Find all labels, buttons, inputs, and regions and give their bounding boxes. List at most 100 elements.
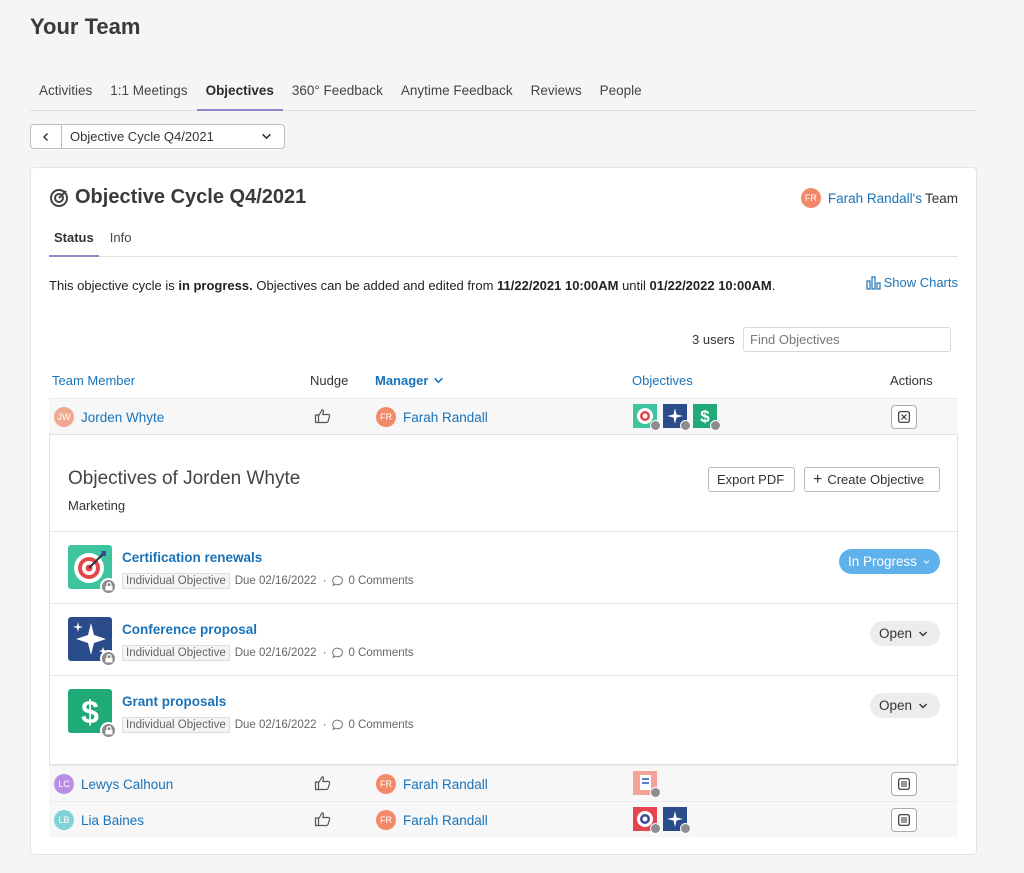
separator-dot: · bbox=[322, 647, 327, 659]
thumbs-up-icon bbox=[314, 409, 331, 424]
manager: FR Farah Randall bbox=[376, 810, 488, 830]
collapse-button[interactable] bbox=[891, 405, 917, 429]
status-text-part: until bbox=[618, 278, 650, 293]
manager-name[interactable]: Farah Randall bbox=[403, 410, 488, 425]
manager-name[interactable]: Farah Randall bbox=[403, 777, 488, 792]
status-dropdown[interactable]: Open bbox=[870, 693, 940, 718]
list-icon bbox=[898, 778, 910, 790]
export-pdf-button[interactable]: Export PDF bbox=[708, 467, 795, 492]
comment-icon bbox=[332, 647, 344, 659]
chevron-down-icon bbox=[919, 703, 928, 708]
create-objective-button[interactable]: + Create Objective bbox=[804, 467, 940, 492]
team-member-name[interactable]: Lia Baines bbox=[81, 813, 144, 828]
manager: FR Farah Randall bbox=[376, 407, 488, 427]
objective-due-date: Due 02/16/2022 bbox=[234, 719, 317, 731]
dollar-objective-icon[interactable]: $ bbox=[693, 404, 721, 431]
avatar: FR bbox=[376, 810, 396, 830]
header-manager[interactable]: Manager bbox=[375, 373, 444, 388]
team-owner-link[interactable]: Farah Randall's bbox=[828, 191, 922, 206]
users-count: 3 users bbox=[692, 332, 735, 347]
avatar: FR bbox=[800, 188, 821, 208]
show-charts-link[interactable]: Show Charts bbox=[865, 275, 958, 290]
objective-name[interactable]: Certification renewals bbox=[122, 550, 262, 565]
thumbs-up-icon bbox=[314, 776, 331, 791]
document-objective-icon[interactable] bbox=[633, 771, 661, 798]
objective-type-badge: Individual Objective bbox=[122, 717, 230, 733]
close-box-icon bbox=[898, 411, 910, 423]
chevron-left-icon bbox=[43, 132, 48, 141]
tab-objectives[interactable]: Objectives bbox=[196, 80, 283, 111]
status-dropdown[interactable]: Open bbox=[870, 621, 940, 646]
status-text-bold: in progress. bbox=[178, 278, 253, 293]
detail-department: Marketing bbox=[68, 498, 126, 513]
nudge-button[interactable] bbox=[314, 775, 332, 794]
tab-people[interactable]: People bbox=[591, 80, 651, 111]
chevron-down-icon bbox=[919, 631, 928, 636]
lock-icon bbox=[650, 420, 661, 431]
tab-360-feedback[interactable]: 360° Feedback bbox=[283, 80, 392, 111]
sparkles-objective-icon[interactable] bbox=[663, 807, 691, 834]
lock-icon bbox=[650, 823, 661, 834]
table-row: LC Lewys Calhoun FR Farah Randall bbox=[49, 765, 958, 801]
objective-meta: Individual Objective Due 02/16/2022 · 0 … bbox=[122, 645, 414, 661]
objective-type-badge: Individual Objective bbox=[122, 645, 230, 661]
header-actions: Actions bbox=[890, 373, 933, 388]
header-manager-label: Manager bbox=[375, 373, 429, 388]
cycle-selector: Objective Cycle Q4/2021 bbox=[30, 124, 285, 149]
tab-1on1-meetings[interactable]: 1:1 Meetings bbox=[101, 80, 196, 111]
list-icon bbox=[898, 814, 910, 826]
subtab-status[interactable]: Status bbox=[49, 227, 99, 257]
status-label: In Progress bbox=[848, 554, 918, 569]
comments-link[interactable]: 0 Comments bbox=[332, 575, 414, 587]
nudge-button[interactable] bbox=[314, 811, 332, 830]
previous-cycle-button[interactable] bbox=[31, 125, 62, 148]
header-objectives[interactable]: Objectives bbox=[632, 373, 693, 388]
sparkles-objective-icon[interactable] bbox=[663, 404, 691, 431]
avatar: LB bbox=[54, 810, 74, 830]
subtab-info[interactable]: Info bbox=[105, 227, 137, 257]
objective-icons bbox=[633, 771, 663, 798]
cycle-title-text: Objective Cycle Q4/2021 bbox=[75, 186, 307, 208]
nudge-button[interactable] bbox=[314, 408, 332, 427]
create-objective-label: Create Objective bbox=[827, 472, 925, 487]
tab-anytime-feedback[interactable]: Anytime Feedback bbox=[392, 80, 522, 111]
expand-objectives-button[interactable] bbox=[891, 772, 917, 796]
lock-icon bbox=[100, 722, 117, 739]
detail-title: Objectives of Jorden Whyte bbox=[68, 468, 301, 489]
team-member: LB Lia Baines bbox=[54, 810, 144, 830]
team-owner-suffix: Team bbox=[924, 190, 958, 206]
lock-icon bbox=[710, 420, 721, 431]
status-label: Open bbox=[879, 698, 913, 713]
objective-due-date: Due 02/16/2022 bbox=[234, 575, 317, 587]
avatar: FR bbox=[376, 774, 396, 794]
target-objective-icon[interactable] bbox=[633, 807, 661, 834]
bar-chart-icon bbox=[865, 275, 881, 290]
expand-objectives-button[interactable] bbox=[891, 808, 917, 832]
header-team-member[interactable]: Team Member bbox=[52, 373, 135, 388]
status-label: Open bbox=[879, 626, 913, 641]
cycle-dropdown[interactable]: Objective Cycle Q4/2021 bbox=[62, 125, 284, 148]
avatar: JW bbox=[54, 407, 74, 427]
team-member-name[interactable]: Jorden Whyte bbox=[81, 410, 164, 425]
manager: FR Farah Randall bbox=[376, 774, 488, 794]
objective-type-badge: Individual Objective bbox=[122, 573, 230, 589]
status-start-date: 11/22/2021 10:00AM bbox=[497, 278, 619, 293]
lock-icon bbox=[680, 823, 691, 834]
team-member-name[interactable]: Lewys Calhoun bbox=[81, 777, 173, 792]
objective-name[interactable]: Conference proposal bbox=[122, 622, 257, 637]
target-objective-icon[interactable] bbox=[633, 404, 661, 431]
cycle-status-text: This objective cycle is in progress. Obj… bbox=[49, 278, 775, 293]
find-objectives-input[interactable] bbox=[743, 327, 951, 352]
comments-link[interactable]: 0 Comments bbox=[332, 647, 414, 659]
comments-link[interactable]: 0 Comments bbox=[332, 719, 414, 731]
page-title: Your Team bbox=[30, 14, 141, 39]
objective-due-date: Due 02/16/2022 bbox=[234, 647, 317, 659]
tab-reviews[interactable]: Reviews bbox=[522, 80, 591, 111]
comments-count: 0 Comments bbox=[348, 575, 414, 587]
manager-name[interactable]: Farah Randall bbox=[403, 813, 488, 828]
objective-name[interactable]: Grant proposals bbox=[122, 694, 226, 709]
cycle-title: Objective Cycle Q4/2021 bbox=[49, 186, 306, 209]
objective-icons: $ bbox=[633, 404, 723, 431]
status-dropdown[interactable]: In Progress bbox=[839, 549, 940, 574]
tab-activities[interactable]: Activities bbox=[30, 80, 101, 111]
